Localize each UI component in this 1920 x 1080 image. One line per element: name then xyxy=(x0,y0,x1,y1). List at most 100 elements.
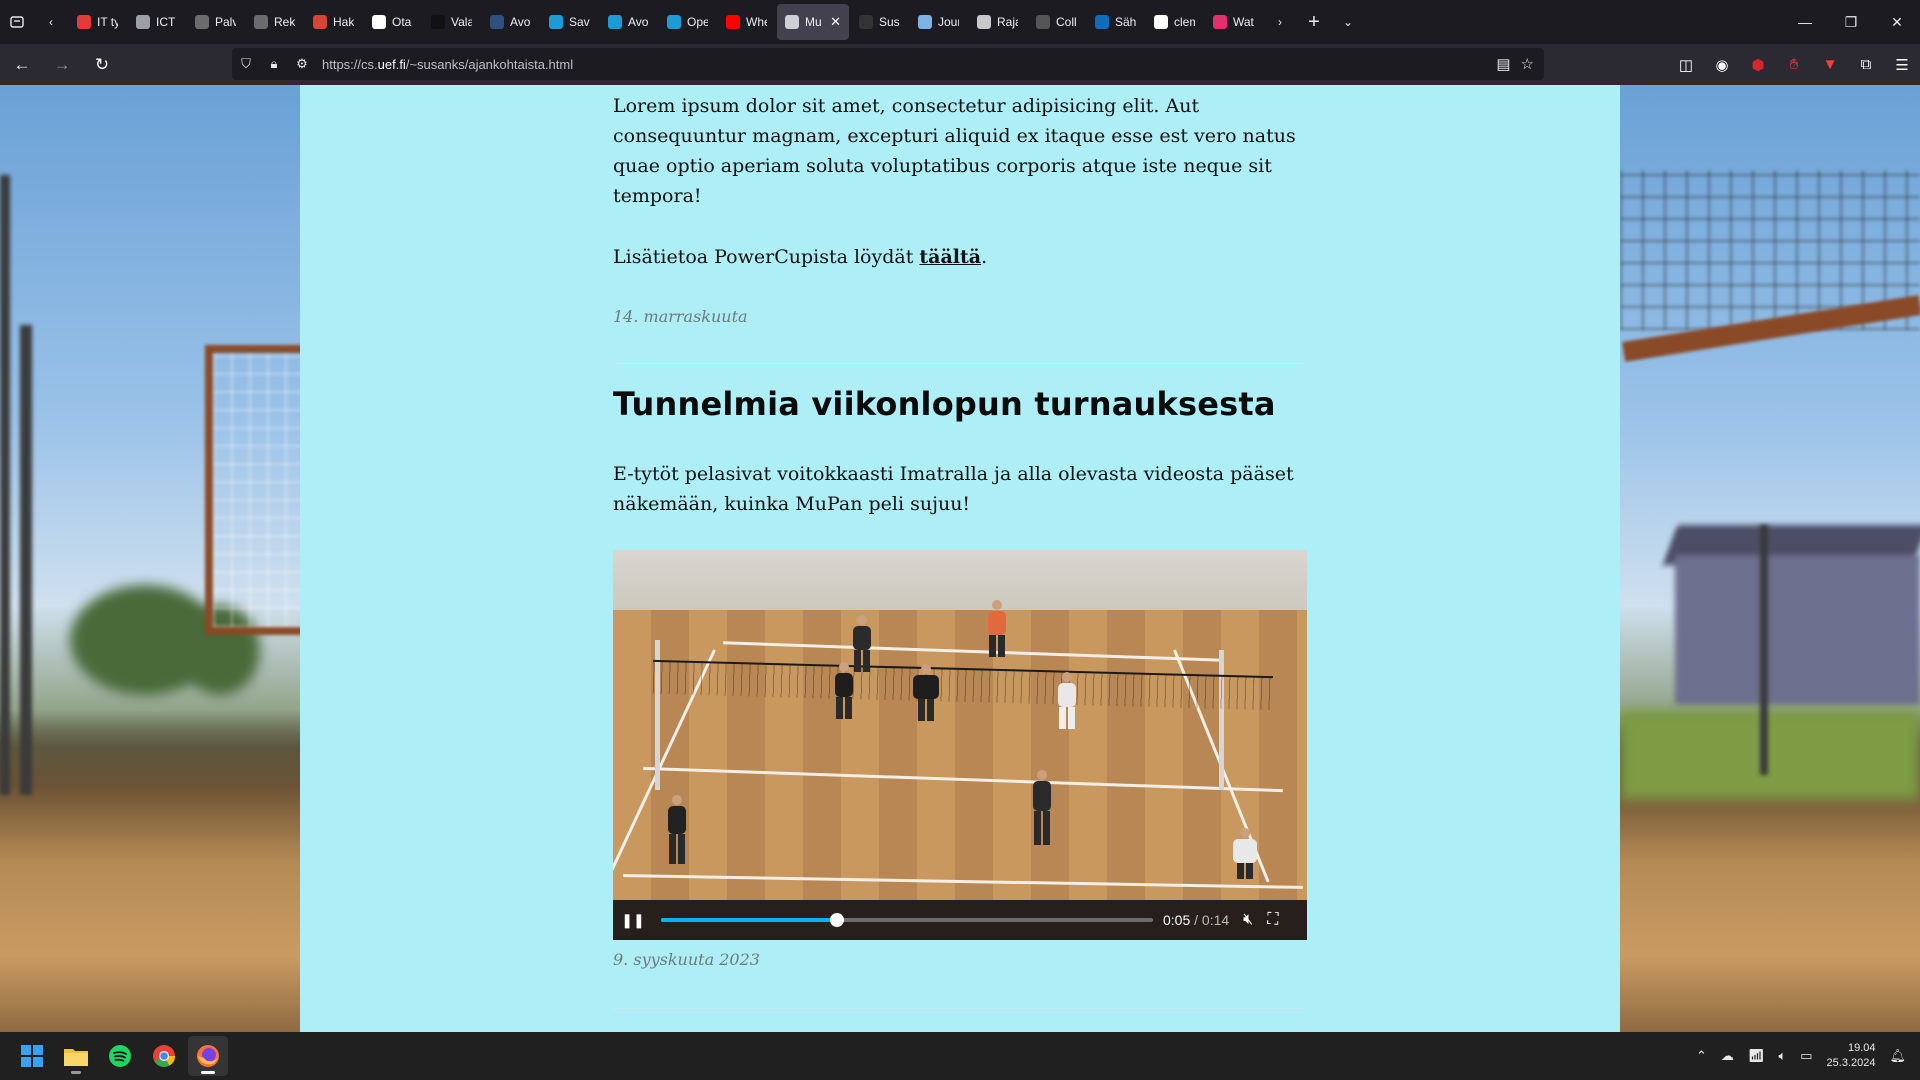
browser-tab[interactable]: Watch xyxy=(1205,4,1262,40)
gym-floor xyxy=(613,610,1307,900)
player xyxy=(668,795,686,864)
fullscreen-icon[interactable]: ⛶ xyxy=(1267,911,1278,929)
clock-time: 19.04 xyxy=(1847,1042,1876,1054)
scroll-tabs-right-icon[interactable]: › xyxy=(1263,0,1297,44)
battery-icon[interactable]: ▭ xyxy=(1800,1048,1812,1064)
clock[interactable]: 19.04 25.3.2024 xyxy=(1827,1041,1876,1071)
tab-favicon-icon xyxy=(549,15,563,29)
player xyxy=(988,600,1006,657)
close-tab-icon[interactable]: ✕ xyxy=(830,14,841,30)
lock-icon[interactable]: 🔒︎ xyxy=(260,56,288,72)
url-bar[interactable]: ⛉ 🔒︎ ⚙︎ https://cs.uef.fi/~susanks/ajank… xyxy=(232,48,1544,80)
forward-icon[interactable]: → xyxy=(44,47,80,83)
tab-favicon-icon xyxy=(1154,15,1168,29)
extension-hand-icon[interactable]: ✋︎ xyxy=(1784,55,1804,75)
scroll-tabs-left-icon[interactable]: ‹ xyxy=(34,0,68,44)
background-pole xyxy=(0,175,10,795)
browser-tab[interactable]: Valam xyxy=(423,4,480,40)
video-controls: ❚❚ 0:05 / 0:14 🔇︎ ⛶ xyxy=(613,900,1307,940)
browser-tab[interactable]: Opett xyxy=(659,4,716,40)
tab-favicon-icon xyxy=(490,15,504,29)
browser-tab[interactable]: Avoin xyxy=(482,4,539,40)
menu-hamburger-icon[interactable]: ☰ xyxy=(1892,55,1912,75)
browser-tab[interactable]: Avoin xyxy=(600,4,657,40)
browser-tab[interactable]: Palvel xyxy=(187,4,244,40)
show-hidden-icons-icon[interactable]: ⌃ xyxy=(1696,1048,1707,1064)
navigation-toolbar: ← → ↻ ⛉ 🔒︎ ⚙︎ https://cs.uef.fi/~susanks… xyxy=(0,44,1920,85)
tab-label: Mu xyxy=(805,15,822,29)
bookmark-star-icon[interactable]: ☆ xyxy=(1521,55,1534,73)
tab-label: Susan xyxy=(879,15,900,29)
extensions-puzzle-icon[interactable]: ⧉ xyxy=(1856,55,1876,75)
tab-favicon-icon xyxy=(608,15,622,29)
browser-tab[interactable]: cleme xyxy=(1146,4,1203,40)
start-windows-icon[interactable] xyxy=(12,1036,52,1076)
browser-tab[interactable]: Collis xyxy=(1028,4,1085,40)
permissions-icon[interactable]: ⚙︎ xyxy=(288,56,316,72)
onedrive-offline-icon[interactable]: ☁︎ xyxy=(1721,1048,1734,1064)
minimize-icon[interactable]: — xyxy=(1782,0,1828,44)
post-date-text: 9. syyskuuta 2023 xyxy=(613,950,760,969)
volume-icon[interactable]: 🔈︎ xyxy=(1778,1048,1786,1064)
post-headline: Tunnelmia viikonlopun turnauksesta xyxy=(613,385,1313,423)
tab-label: Avoin xyxy=(628,15,649,29)
browser-tab[interactable]: Rekry xyxy=(246,4,303,40)
url-text[interactable]: https://cs.uef.fi/~susanks/ajankohtaista… xyxy=(322,57,573,72)
browser-tab[interactable]: Savon xyxy=(541,4,598,40)
post-body: E-tytöt pelasivat voitokkaasti Imatralla… xyxy=(613,459,1313,519)
browser-tab[interactable]: Susan xyxy=(851,4,908,40)
post-date: 14. marraskuuta xyxy=(613,307,1313,326)
player xyxy=(1033,770,1051,845)
tab-label: IT työp xyxy=(97,15,118,29)
browser-tab[interactable]: Journ xyxy=(910,4,967,40)
video-scrubber-handle[interactable] xyxy=(829,913,844,927)
browser-tab[interactable]: When xyxy=(718,4,775,40)
new-tab-icon[interactable]: + xyxy=(1297,0,1331,44)
tab-list-icon[interactable] xyxy=(0,0,34,44)
spotify-icon[interactable] xyxy=(100,1036,140,1076)
tab-label: Opett xyxy=(687,15,708,29)
player xyxy=(1233,828,1257,879)
browser-tab[interactable]: Raja N xyxy=(969,4,1026,40)
list-all-tabs-icon[interactable]: ⌄ xyxy=(1331,0,1365,44)
file-explorer-icon[interactable] xyxy=(56,1036,96,1076)
ublock-extension-icon[interactable]: ⬢ xyxy=(1748,55,1768,75)
browser-tab[interactable]: Sähkö xyxy=(1087,4,1144,40)
tab-label: Watch xyxy=(1233,15,1254,29)
close-window-icon[interactable]: ✕ xyxy=(1874,0,1920,44)
reader-view-icon[interactable]: ▤ xyxy=(1496,55,1510,73)
video-scrubber[interactable] xyxy=(661,913,1153,927)
wifi-icon[interactable]: 📶︎ xyxy=(1748,1048,1765,1064)
system-tray: ⌃ ☁︎ 📶︎ 🔈︎ ▭ 19.04 25.3.2024 🔔︎ xyxy=(1696,1041,1906,1071)
tab-bar: ‹ IT työp ICT | E Palvel Rekry Haken Ota yl Va… xyxy=(0,0,1920,44)
browser-tab[interactable]: IT työp xyxy=(69,4,126,40)
more-info-link[interactable]: täältä xyxy=(919,246,981,268)
content-column: Lorem ipsum dolor sit amet, consectetur … xyxy=(300,85,1620,1032)
tab-favicon-icon xyxy=(667,15,681,29)
tab-favicon-icon xyxy=(1213,15,1227,29)
notifications-bell-icon[interactable]: 🔔︎ xyxy=(1889,1048,1906,1064)
tracking-shield-icon[interactable]: ⛉ xyxy=(232,56,260,72)
chrome-icon[interactable] xyxy=(144,1036,184,1076)
firefox-icon[interactable] xyxy=(188,1036,228,1076)
extension-like-icon[interactable]: ▼ xyxy=(1820,55,1840,75)
tab-favicon-icon xyxy=(195,15,209,29)
account-icon[interactable]: ◉ xyxy=(1712,55,1732,75)
more-info-section: Lisätietoa PowerCupista löydät täältä. xyxy=(613,242,1313,272)
reload-icon[interactable]: ↻ xyxy=(84,47,120,83)
post-divider xyxy=(613,363,1305,364)
player xyxy=(835,662,853,719)
muted-speaker-icon[interactable]: 🔇︎ xyxy=(1243,911,1253,929)
browser-tab[interactable]: Haken xyxy=(305,4,362,40)
browser-tab[interactable]: Ota yl xyxy=(364,4,421,40)
restore-icon[interactable]: ❐ xyxy=(1828,0,1874,44)
browser-tab[interactable]: Mu ✕ xyxy=(777,4,849,40)
back-icon[interactable]: ← xyxy=(4,47,40,83)
video-player[interactable]: ❚❚ 0:05 / 0:14 🔇︎ ⛶ xyxy=(613,550,1307,940)
tab-label: Rekry xyxy=(274,15,295,29)
pause-icon[interactable]: ❚❚ xyxy=(613,912,653,929)
pocket-icon[interactable]: ◫ xyxy=(1676,55,1696,75)
tab-label: Collis xyxy=(1056,15,1077,29)
browser-tab[interactable]: ICT | E xyxy=(128,4,185,40)
tab-strip: IT työp ICT | E Palvel Rekry Haken Ota yl Vala… xyxy=(68,0,1263,44)
